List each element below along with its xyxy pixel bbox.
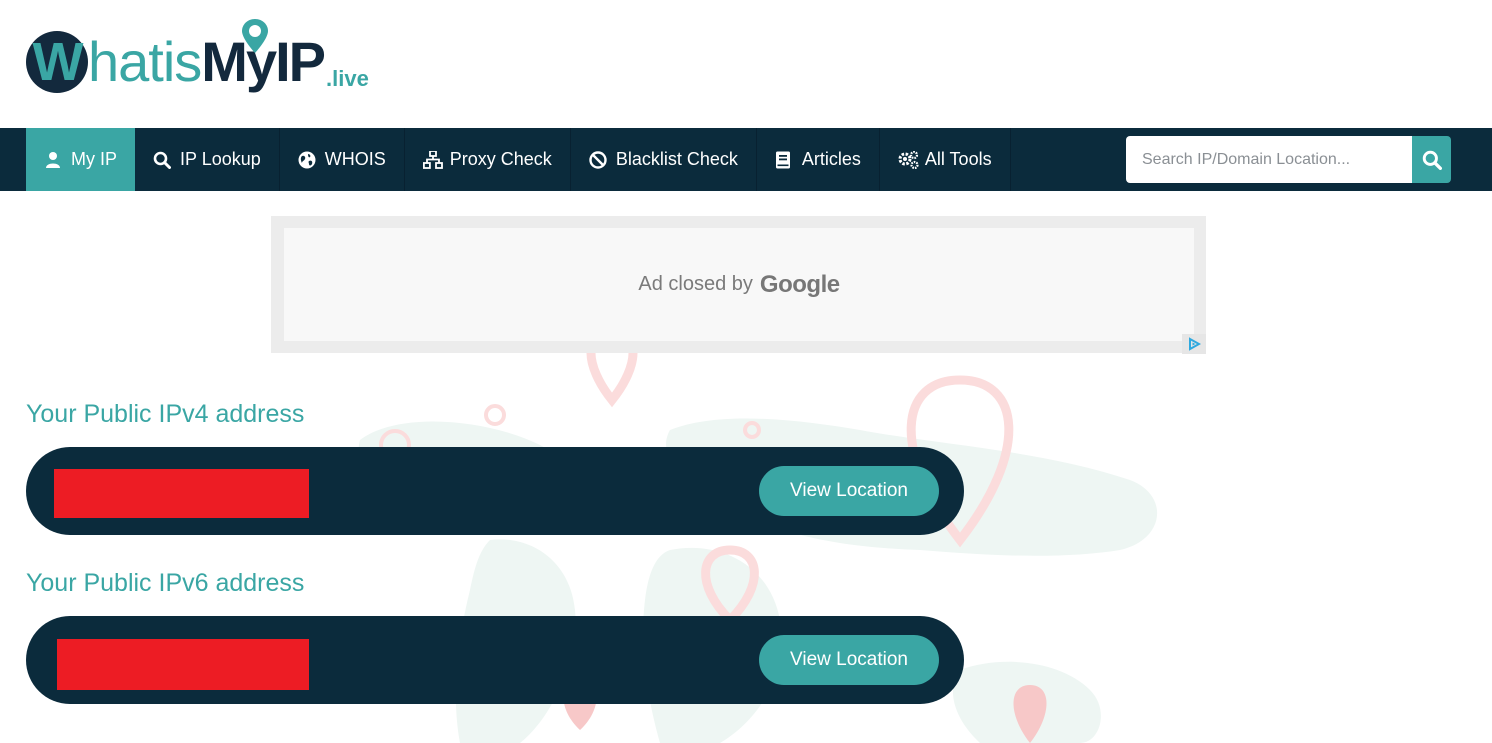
nav-item-articles[interactable]: Articles bbox=[757, 128, 880, 191]
nav-item-proxy-check[interactable]: Proxy Check bbox=[405, 128, 571, 191]
logo-text-hatis: hatis bbox=[88, 30, 202, 93]
nav-item-my-ip[interactable]: My IP bbox=[26, 128, 136, 191]
ipv6-title: Your Public IPv6 address bbox=[26, 569, 305, 597]
ad-brand: Google bbox=[759, 270, 840, 298]
nav-item-label: IP Lookup bbox=[180, 149, 261, 169]
ipv4-view-location-button[interactable]: View Location bbox=[759, 466, 939, 516]
search-form bbox=[1126, 136, 1451, 183]
page: WhatisMyIP.live My IP IP Lookup WHOIS Pr… bbox=[0, 0, 1492, 743]
nav-item-label: Blacklist Check bbox=[615, 149, 738, 169]
ad-container: Ad closed by Google bbox=[271, 216, 1206, 354]
nav-item-ip-lookup[interactable]: IP Lookup bbox=[135, 128, 280, 191]
network-icon bbox=[422, 150, 443, 169]
search-icon bbox=[153, 151, 172, 169]
nav-item-label: My IP bbox=[71, 149, 118, 169]
nav-list: My IP IP Lookup WHOIS Proxy Check Blackl… bbox=[26, 128, 1011, 191]
ad-slot: Ad closed by Google bbox=[284, 228, 1206, 354]
ipv4-value-redacted bbox=[54, 469, 309, 518]
ipv6-value-redacted bbox=[57, 639, 309, 690]
site-header: WhatisMyIP.live bbox=[0, 0, 1492, 128]
ad-closed-message: Ad closed by Google bbox=[284, 228, 1194, 341]
logo-wordmark: WhatisMyIP.live bbox=[26, 26, 369, 98]
nav-item-label: Proxy Check bbox=[449, 149, 552, 169]
ipv6-bar: View Location bbox=[26, 616, 964, 704]
search-icon bbox=[1422, 150, 1442, 170]
adchoices-icon[interactable] bbox=[1182, 334, 1206, 354]
site-logo[interactable]: WhatisMyIP.live bbox=[26, 19, 406, 100]
ad-closed-text: Ad closed by bbox=[638, 273, 753, 295]
nav-item-label: WHOIS bbox=[324, 149, 386, 169]
logo-letter: W bbox=[26, 31, 88, 93]
ipv4-title: Your Public IPv4 address bbox=[26, 400, 305, 428]
nav-item-whois[interactable]: WHOIS bbox=[280, 128, 405, 191]
nav-item-label: Articles bbox=[801, 149, 861, 169]
nav-item-all-tools[interactable]: All Tools bbox=[880, 128, 1011, 191]
book-icon bbox=[775, 151, 793, 169]
search-input[interactable] bbox=[1126, 136, 1412, 183]
logo-text-live: .live bbox=[326, 66, 369, 92]
map-pin-icon bbox=[242, 19, 268, 53]
globe-icon bbox=[298, 151, 316, 169]
ipv4-bar: View Location bbox=[26, 447, 964, 535]
ipv6-view-location-button[interactable]: View Location bbox=[759, 635, 939, 685]
cogs-icon bbox=[898, 150, 919, 169]
search-button[interactable] bbox=[1412, 136, 1451, 183]
nav-item-blacklist-check[interactable]: Blacklist Check bbox=[571, 128, 757, 191]
ban-icon bbox=[589, 150, 607, 169]
nav-item-label: All Tools bbox=[924, 149, 992, 169]
user-icon bbox=[44, 151, 62, 169]
